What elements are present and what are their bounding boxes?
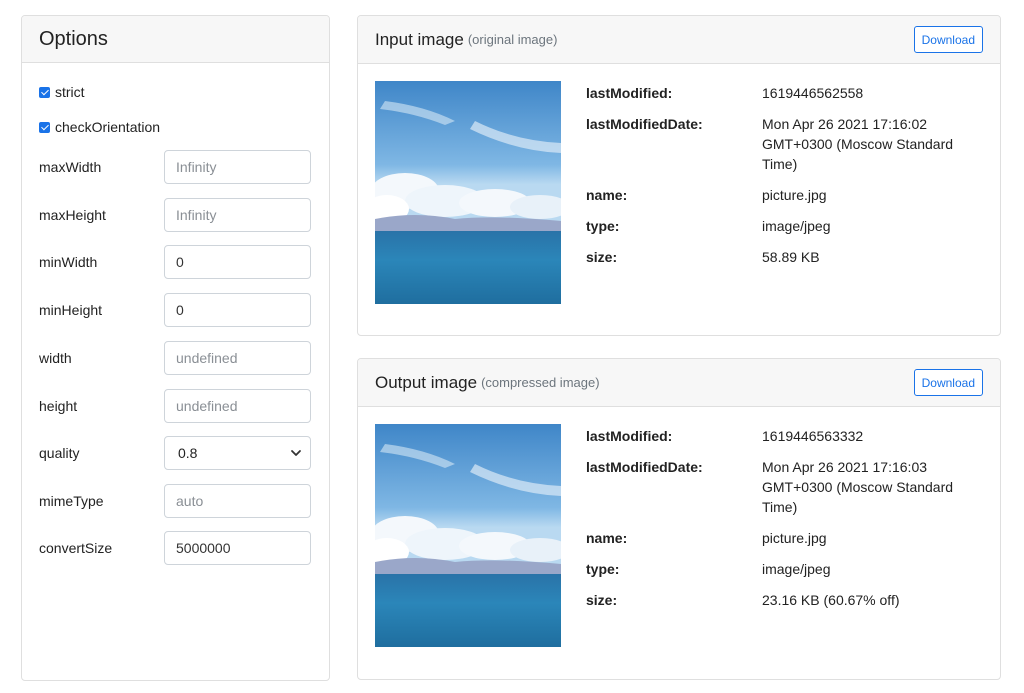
max-width-label: maxWidth <box>39 159 102 175</box>
height-label: height <box>39 398 78 414</box>
output-download-button[interactable]: Download <box>913 369 983 396</box>
input-image-header: Input image (original image) Download <box>358 16 1000 64</box>
meta-row: size: 23.16 KB (60.67% off) <box>586 590 986 610</box>
input-image-preview <box>375 81 561 304</box>
meta-key: lastModified: <box>586 428 673 444</box>
meta-value: 58.89 KB <box>762 249 820 265</box>
meta-key: lastModifiedDate: <box>586 116 703 132</box>
meta-value: 1619446562558 <box>762 85 864 101</box>
meta-row: lastModifiedDate: Mon Apr 26 2021 17:16:… <box>586 114 986 174</box>
height-row: height <box>39 389 311 423</box>
convert-size-input[interactable] <box>164 531 311 565</box>
meta-row: size: 58.89 KB <box>586 247 986 267</box>
min-width-row: minWidth <box>39 245 311 279</box>
meta-key: name: <box>586 187 628 203</box>
height-input[interactable] <box>164 389 311 423</box>
meta-row: name: picture.jpg <box>586 185 986 205</box>
meta-value: Mon Apr 26 2021 17:16:02 GMT+0300 (Mosco… <box>762 116 954 172</box>
input-metadata: lastModified: 1619446562558 lastModified… <box>586 83 986 278</box>
width-input[interactable] <box>164 341 311 375</box>
meta-key: lastModifiedDate: <box>586 459 703 475</box>
check-orientation-checkbox[interactable]: checkOrientation <box>39 119 160 135</box>
max-height-label: maxHeight <box>39 207 106 223</box>
min-height-row: minHeight <box>39 293 311 327</box>
options-panel: Options strict checkOrientation maxWidth… <box>21 15 330 681</box>
meta-value: 23.16 KB (60.67% off) <box>762 592 900 608</box>
min-height-input[interactable] <box>164 293 311 327</box>
strict-label: strict <box>55 84 85 100</box>
min-width-label: minWidth <box>39 254 98 270</box>
meta-row: type: image/jpeg <box>586 216 986 236</box>
quality-selected-value: 0.8 <box>178 445 198 461</box>
meta-value: 1619446563332 <box>762 428 864 444</box>
strict-checkbox[interactable]: strict <box>39 84 85 100</box>
min-width-input[interactable] <box>164 245 311 279</box>
output-image-subtitle: (compressed image) <box>481 375 600 390</box>
check-orientation-checkbox-box[interactable] <box>39 121 50 133</box>
meta-row: lastModified: 1619446563332 <box>586 426 986 446</box>
meta-row: lastModifiedDate: Mon Apr 26 2021 17:16:… <box>586 457 986 517</box>
meta-key: type: <box>586 561 620 577</box>
strict-checkbox-box[interactable] <box>39 86 50 98</box>
output-image-card: Output image (compressed image) Download <box>357 358 1001 680</box>
max-width-row: maxWidth <box>39 150 311 184</box>
meta-row: lastModified: 1619446562558 <box>586 83 986 103</box>
max-height-input[interactable] <box>164 198 311 232</box>
quality-label: quality <box>39 445 80 461</box>
convert-size-label: convertSize <box>39 540 113 556</box>
options-title: Options <box>39 27 108 50</box>
input-image-title: Input image <box>375 29 464 49</box>
meta-row: name: picture.jpg <box>586 528 986 548</box>
meta-row: type: image/jpeg <box>586 559 986 579</box>
meta-key: lastModified: <box>586 85 673 101</box>
convert-size-row: convertSize <box>39 531 311 565</box>
input-image-subtitle: (original image) <box>467 32 558 47</box>
meta-value: Mon Apr 26 2021 17:16:03 GMT+0300 (Mosco… <box>762 459 954 515</box>
width-row: width <box>39 341 311 375</box>
meta-key: name: <box>586 530 628 546</box>
meta-value: image/jpeg <box>762 561 831 577</box>
width-label: width <box>39 350 72 366</box>
output-image-preview <box>375 424 561 647</box>
min-height-label: minHeight <box>39 302 103 318</box>
meta-key: size: <box>586 249 618 265</box>
options-header: Options <box>22 16 329 63</box>
meta-key: size: <box>586 592 618 608</box>
input-image-card: Input image (original image) Download la… <box>357 15 1001 336</box>
quality-select[interactable]: 0.8 <box>164 436 311 470</box>
max-width-input[interactable] <box>164 150 311 184</box>
output-image-title: Output image <box>375 372 478 392</box>
input-download-button[interactable]: Download <box>913 26 983 53</box>
meta-value: image/jpeg <box>762 218 831 234</box>
max-height-row: maxHeight <box>39 198 311 232</box>
mime-type-label: mimeType <box>39 493 104 509</box>
chevron-down-icon <box>291 450 301 456</box>
output-image-header: Output image (compressed image) Download <box>358 359 1000 407</box>
mime-type-row: mimeType <box>39 484 311 518</box>
mime-type-input[interactable] <box>164 484 311 518</box>
check-orientation-label: checkOrientation <box>55 119 161 135</box>
output-metadata: lastModified: 1619446563332 lastModified… <box>586 426 986 621</box>
meta-key: type: <box>586 218 620 234</box>
meta-value: picture.jpg <box>762 530 827 546</box>
meta-value: picture.jpg <box>762 187 827 203</box>
quality-row: quality 0.8 <box>39 436 311 470</box>
